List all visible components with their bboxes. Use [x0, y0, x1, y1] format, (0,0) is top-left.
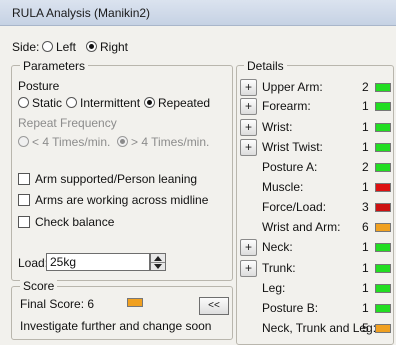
final-score-color: [127, 298, 143, 307]
detail-score-color: [375, 284, 391, 293]
detail-score-color: [375, 143, 391, 152]
side-left-label[interactable]: Left: [56, 40, 76, 54]
frequency-under-4-label[interactable]: < 4 Times/min.: [32, 135, 110, 149]
posture-intermittent-label[interactable]: Intermittent: [80, 96, 140, 110]
posture-label: Posture: [18, 79, 60, 93]
detail-label: Neck:: [262, 240, 293, 254]
detail-label: Force/Load:: [262, 200, 327, 214]
detail-value: 1: [362, 99, 369, 113]
load-input[interactable]: [46, 253, 150, 271]
detail-value: 1: [362, 240, 369, 254]
arm-supported-label[interactable]: Arm supported/Person leaning: [35, 172, 197, 186]
detail-label: Leg:: [262, 281, 286, 295]
score-message: Investigate further and change soon: [20, 319, 212, 333]
score-legend: Score: [20, 279, 58, 293]
arms-midline-label[interactable]: Arms are working across midline: [35, 193, 208, 207]
detail-label: Wrist Twist:: [262, 140, 323, 154]
posture-repeated-radio[interactable]: [144, 97, 155, 108]
side-right-radio[interactable]: [86, 41, 97, 52]
spinner-down-icon[interactable]: [154, 264, 162, 269]
frequency-over-4-radio[interactable]: [117, 136, 128, 147]
spinner-up-icon[interactable]: [154, 256, 162, 261]
window-title: RULA Analysis (Manikin2): [12, 6, 151, 20]
detail-value: 1: [362, 140, 369, 154]
detail-score-color: [375, 183, 391, 192]
posture-static-label[interactable]: Static: [32, 96, 62, 110]
check-balance-checkbox[interactable]: [18, 216, 30, 228]
expand-button[interactable]: +: [240, 119, 257, 136]
detail-label: Posture A:: [262, 160, 318, 174]
expand-button[interactable]: +: [240, 98, 257, 115]
expand-button[interactable]: +: [240, 139, 257, 156]
posture-intermittent-radio[interactable]: [66, 97, 77, 108]
posture-repeated-label[interactable]: Repeated: [158, 96, 210, 110]
detail-label: Wrist:: [262, 120, 293, 134]
detail-score-color: [375, 83, 391, 92]
load-spinner[interactable]: [150, 253, 166, 271]
detail-value: 1: [362, 120, 369, 134]
detail-score-color: [375, 243, 391, 252]
detail-label: Upper Arm:: [262, 80, 323, 94]
arm-supported-checkbox[interactable]: [18, 173, 30, 185]
detail-score-color: [375, 163, 391, 172]
expand-button[interactable]: +: [240, 79, 257, 96]
detail-value: 1: [362, 301, 369, 315]
side-left-radio[interactable]: [42, 41, 53, 52]
detail-score-color: [375, 223, 391, 232]
detail-label: Forearm:: [262, 99, 311, 113]
detail-value: 1: [362, 180, 369, 194]
expand-button[interactable]: +: [240, 260, 257, 277]
detail-label: Muscle:: [262, 180, 304, 194]
expand-button[interactable]: +: [240, 239, 257, 256]
detail-label: Trunk:: [262, 261, 296, 275]
load-label: Load:: [18, 256, 49, 270]
final-score: Final Score: 6: [20, 297, 95, 311]
side-right-label[interactable]: Right: [100, 40, 128, 54]
arms-midline-checkbox[interactable]: [18, 194, 30, 206]
details-legend: Details: [244, 59, 287, 73]
parameters-legend: Parameters: [20, 59, 89, 73]
detail-score-color: [375, 264, 391, 273]
repeat-frequency-label: Repeat Frequency: [18, 116, 117, 130]
detail-value: 5: [362, 321, 369, 335]
posture-static-radio[interactable]: [18, 97, 29, 108]
detail-score-color: [375, 304, 391, 313]
frequency-under-4-radio[interactable]: [18, 136, 29, 147]
frequency-over-4-label[interactable]: > 4 Times/min.: [131, 135, 209, 149]
detail-value: 2: [362, 80, 369, 94]
title-bar: RULA Analysis (Manikin2): [0, 0, 396, 26]
detail-value: 2: [362, 160, 369, 174]
detail-label: Wrist and Arm:: [262, 220, 341, 234]
detail-value: 1: [362, 261, 369, 275]
collapse-details-button[interactable]: <<: [199, 297, 229, 315]
detail-value: 6: [362, 220, 369, 234]
detail-score-color: [375, 102, 391, 111]
detail-value: 3: [362, 200, 369, 214]
spinner-divider: [151, 262, 165, 263]
detail-value: 1: [362, 281, 369, 295]
side-label: Side:: [12, 40, 40, 54]
check-balance-label[interactable]: Check balance: [35, 215, 114, 229]
detail-label: Neck, Trunk and Leg:: [262, 321, 377, 335]
detail-score-color: [375, 324, 391, 333]
detail-score-color: [375, 123, 391, 132]
detail-label: Posture B:: [262, 301, 319, 315]
detail-score-color: [375, 203, 391, 212]
